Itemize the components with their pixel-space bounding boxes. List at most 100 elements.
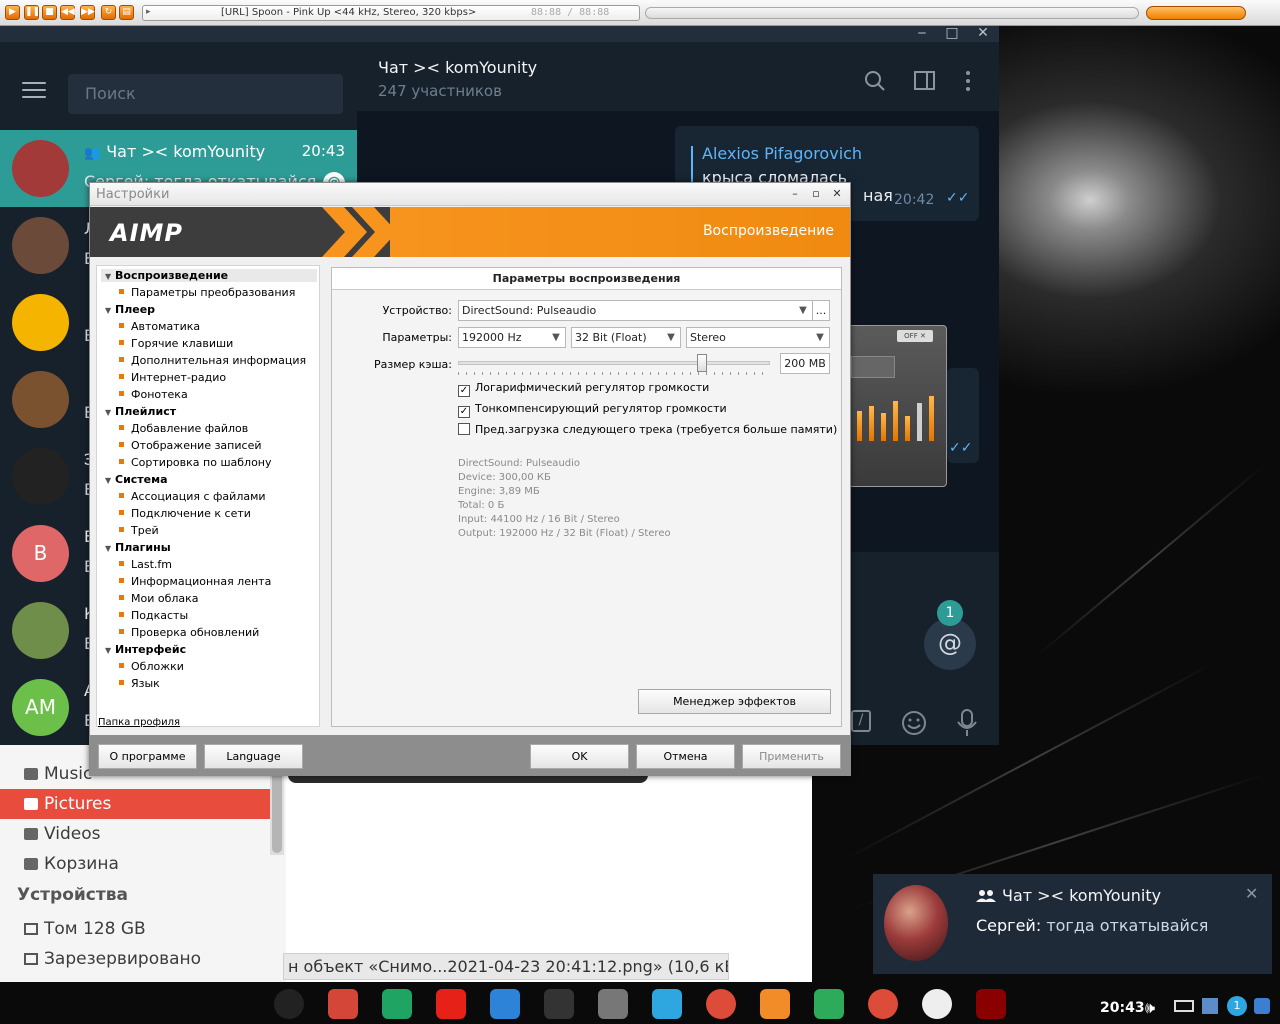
minimize-icon[interactable]: ‒ [912, 26, 932, 42]
tree-item[interactable]: Сортировка по шаблону [119, 456, 272, 469]
prev-icon[interactable]: ◀◀ [60, 5, 75, 20]
pause-icon[interactable]: ❚❚ [24, 5, 40, 20]
gmail-icon[interactable] [328, 989, 358, 1019]
checkbox-icon[interactable] [458, 423, 470, 435]
tree-item[interactable]: Ассоциация с файлами [119, 490, 266, 503]
microphone-icon[interactable] [955, 708, 979, 738]
close-icon[interactable]: ✕ [828, 186, 846, 202]
trash-icon[interactable] [598, 989, 628, 1019]
eq-off-toggle[interactable]: OFF ✕ [897, 330, 933, 342]
hamburger-menu-icon[interactable] [22, 82, 46, 100]
stop-icon[interactable]: ■ [42, 5, 57, 20]
close-icon[interactable]: ✕ [973, 26, 993, 42]
device-item[interactable]: Зарезервировано систем… [0, 944, 270, 999]
option-checkbox[interactable]: ✓ Логарифмический регулятор громкости [458, 381, 709, 397]
eq-band[interactable] [905, 416, 910, 441]
telegram-icon[interactable] [652, 989, 682, 1019]
device-item[interactable]: Том 128 GB [0, 914, 270, 944]
tree-item[interactable]: Подключение к сети [119, 507, 251, 520]
tixati-icon[interactable] [814, 989, 844, 1019]
volume-icon[interactable]: 🕪 [1145, 998, 1155, 1018]
tree-group[interactable]: ▼ Плагины [105, 541, 171, 554]
keyboard-icon[interactable] [1174, 1000, 1194, 1012]
tree-group[interactable]: ▼ Воспроизведение [101, 269, 317, 282]
terminal-icon[interactable] [544, 989, 574, 1019]
maximize-icon[interactable]: ▫ [807, 186, 825, 202]
bits-select[interactable]: 32 Bit (Float) ▼ [571, 327, 681, 348]
chrome-icon[interactable] [706, 989, 736, 1019]
eq-band[interactable] [881, 413, 886, 441]
expand-icon[interactable]: ▼ [105, 646, 115, 655]
next-icon[interactable]: ▶▶ [80, 5, 95, 20]
files-icon[interactable] [490, 989, 520, 1019]
expand-icon[interactable]: ▼ [105, 476, 115, 485]
tree-group[interactable]: ▼ Плейлист [105, 405, 176, 418]
tray-icon[interactable] [1254, 998, 1270, 1014]
device-select[interactable]: DirectSound: Pulseaudio ▼ [458, 300, 813, 321]
drive-icon[interactable] [382, 989, 412, 1019]
tree-item[interactable]: Проверка обновлений [119, 626, 259, 639]
telegram-tray-icon[interactable]: 1 [1227, 996, 1247, 1016]
tree-item[interactable]: Last.fm [119, 558, 172, 571]
eq-band[interactable] [869, 406, 874, 441]
tree-item[interactable]: Автоматика [119, 320, 200, 333]
tree-item[interactable]: Интернет-радио [119, 371, 226, 384]
tree-item[interactable]: Дополнительная информация [119, 354, 306, 367]
play-icon[interactable]: ▶ [5, 5, 20, 20]
ok-button[interactable]: OK [530, 744, 629, 769]
frequency-select[interactable]: 192000 Hz ▼ [458, 327, 566, 348]
eq-band[interactable] [917, 403, 922, 441]
menu-icon[interactable]: ▤ [119, 5, 134, 20]
close-icon[interactable]: ✕ [1245, 884, 1258, 903]
tree-item[interactable]: Добавление файлов [119, 422, 248, 435]
commands-icon[interactable]: / [851, 710, 871, 732]
option-checkbox[interactable]: Пред.загрузка следующего трека (требуетс… [458, 423, 837, 436]
cache-slider-track[interactable] [458, 354, 770, 372]
search-icon[interactable] [864, 70, 886, 92]
tree-group[interactable]: ▼ Плеер [105, 303, 155, 316]
chat-title[interactable]: Чат >< komYounity [378, 58, 537, 77]
tree-item[interactable]: Язык [119, 677, 160, 690]
tree-group[interactable]: ▼ Система [105, 473, 168, 486]
cancel-button[interactable]: Отмена [636, 744, 735, 769]
emoji-icon[interactable] [901, 710, 927, 736]
youtube-icon[interactable] [436, 989, 466, 1019]
tree-item[interactable]: Подкасты [119, 609, 188, 622]
eq-band[interactable] [857, 411, 862, 441]
tree-item[interactable]: Обложки [119, 660, 184, 673]
tree-group[interactable]: ▼ Интерфейс [105, 643, 186, 656]
expand-icon[interactable]: ▼ [105, 306, 115, 315]
tree-item[interactable]: Мои облака [119, 592, 199, 605]
checkbox-icon[interactable]: ✓ [458, 406, 470, 418]
tree-item[interactable]: Горячие клавиши [119, 337, 233, 350]
open-icon[interactable]: ↻ [101, 5, 116, 20]
a-icon[interactable] [922, 989, 952, 1019]
eq-band[interactable] [929, 396, 934, 441]
apply-button[interactable]: Применить [742, 744, 841, 769]
eq-band[interactable] [893, 401, 898, 441]
tree-item[interactable]: Отображение записей [119, 439, 261, 452]
tree-item[interactable]: Параметры преобразования [119, 286, 295, 299]
search-icon[interactable] [274, 989, 304, 1019]
expand-icon[interactable]: ▼ [105, 272, 115, 281]
profile-folder-link[interactable]: Папка профиля [98, 717, 180, 728]
option-checkbox[interactable]: ✓ Тонкомпенсирующий регулятор громкости [458, 402, 727, 418]
search-input[interactable]: Поиск [68, 74, 343, 114]
cache-slider-thumb[interactable] [697, 354, 707, 372]
device-more-button[interactable]: ... [812, 300, 830, 321]
notification-popup[interactable]: Чат >< komYounity Сергей: тогда откатыва… [873, 874, 1272, 974]
maximize-icon[interactable]: □ [942, 26, 962, 42]
minimize-icon[interactable]: – [786, 186, 804, 202]
channels-select[interactable]: Stereo ▼ [686, 327, 830, 348]
sidebar-item-1[interactable]: Pictures [0, 789, 270, 819]
message-author[interactable]: Alexios Pifagorovich [702, 144, 862, 163]
message-bubble[interactable]: ✓✓ [947, 368, 979, 463]
wine-icon[interactable] [976, 989, 1006, 1019]
more-options-icon[interactable] [962, 70, 974, 92]
tree-item[interactable]: Информационная лента [119, 575, 271, 588]
effects-manager-button[interactable]: Менеджер эффектов [638, 689, 831, 714]
about-button[interactable]: О программе [98, 744, 197, 769]
checkbox-icon[interactable]: ✓ [458, 385, 470, 397]
sidebar-item-2[interactable]: Videos [0, 819, 270, 849]
language-button[interactable]: Language [204, 744, 303, 769]
